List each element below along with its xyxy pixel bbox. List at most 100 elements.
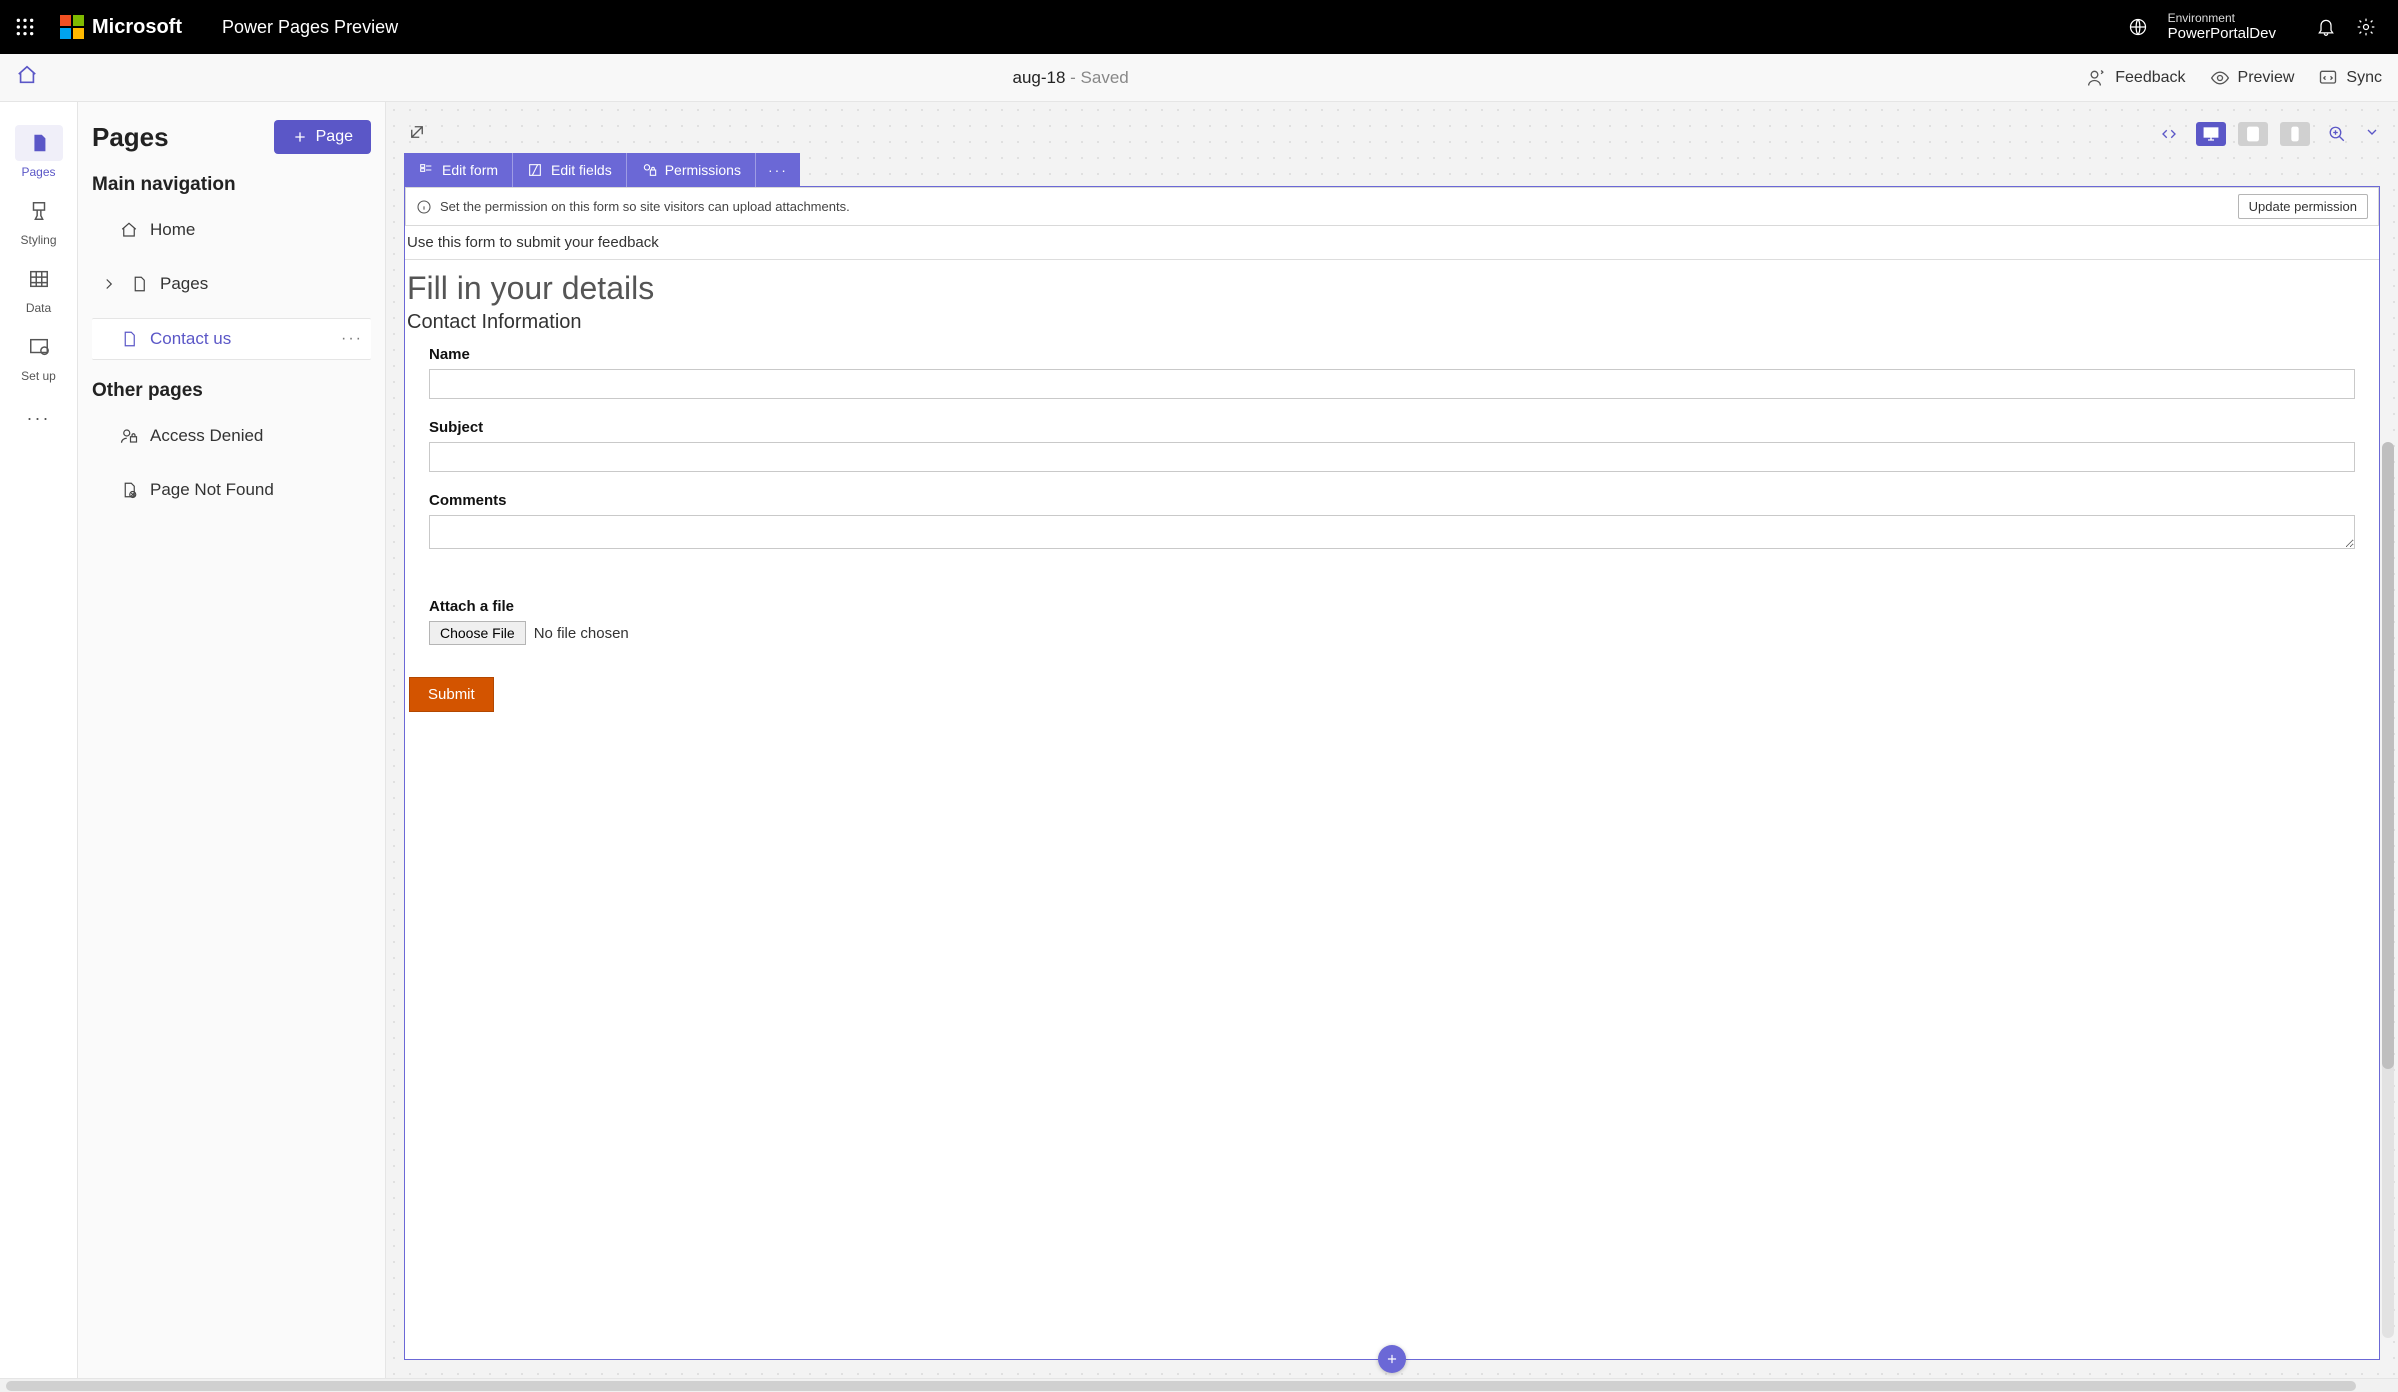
- code-icon: [2160, 125, 2178, 143]
- form-icon: [418, 162, 434, 178]
- table-icon: [28, 268, 50, 290]
- user-lock-icon: [120, 427, 138, 445]
- canvas-toolbar: [404, 120, 2380, 148]
- resize-handle[interactable]: [404, 119, 430, 150]
- plus-icon: [292, 129, 308, 145]
- rail-data[interactable]: Data: [0, 254, 77, 322]
- home-button[interactable]: [16, 64, 38, 91]
- notifications-button[interactable]: [2306, 7, 2346, 47]
- arrow-diagonal-icon: [408, 123, 426, 141]
- home-icon: [120, 221, 138, 239]
- add-page-button[interactable]: Page: [274, 120, 371, 154]
- page-icon: [120, 330, 138, 348]
- rail-pages-label: Pages: [21, 165, 55, 179]
- microsoft-logo-label: Microsoft: [92, 16, 182, 39]
- name-input[interactable]: [429, 369, 2355, 399]
- fields-icon: [527, 162, 543, 178]
- mobile-view-button[interactable]: [2280, 122, 2310, 146]
- preview-button[interactable]: Preview: [2210, 68, 2295, 88]
- edit-form-button[interactable]: Edit form: [404, 153, 512, 187]
- submit-button[interactable]: Submit: [409, 677, 494, 712]
- info-icon: [416, 199, 432, 215]
- zoom-button[interactable]: [2322, 122, 2352, 146]
- nav-not-found[interactable]: Page Not Found: [92, 470, 371, 510]
- settings-button[interactable]: [2346, 7, 2386, 47]
- lock-icon: [641, 162, 657, 178]
- page-icon: [28, 132, 50, 154]
- globe-icon: [2118, 7, 2158, 47]
- edit-fields-button[interactable]: Edit fields: [512, 153, 626, 187]
- eye-icon: [2210, 68, 2230, 88]
- subject-input[interactable]: [429, 442, 2355, 472]
- desktop-icon: [2202, 125, 2220, 143]
- field-attach: Attach a file Choose File No file chosen: [405, 568, 2379, 659]
- subject-label: Subject: [429, 419, 2355, 436]
- bell-icon: [2316, 17, 2336, 37]
- name-label: Name: [429, 346, 2355, 363]
- environment-name: PowerPortalDev: [2168, 25, 2276, 43]
- comments-label: Comments: [429, 492, 2355, 509]
- nav-pages[interactable]: Pages: [92, 264, 371, 304]
- scrollbar-thumb[interactable]: [2382, 442, 2394, 1069]
- feedback-label: Feedback: [2115, 69, 2185, 87]
- sync-button[interactable]: Sync: [2318, 68, 2382, 88]
- setup-icon: [28, 336, 50, 358]
- field-subject: Subject: [405, 413, 2379, 486]
- design-canvas: Edit form Edit fields Permissions ···: [386, 102, 2398, 1378]
- environment-picker[interactable]: Environment PowerPortalDev: [2118, 7, 2276, 47]
- page-error-icon: [120, 481, 138, 499]
- form-component[interactable]: Edit form Edit fields Permissions ···: [404, 186, 2380, 1360]
- nav-contact-label: Contact us: [150, 329, 231, 349]
- app-launcher[interactable]: [0, 0, 50, 54]
- zoom-dropdown[interactable]: [2364, 124, 2380, 145]
- rail-setup[interactable]: Set up: [0, 322, 77, 390]
- zoom-icon: [2328, 125, 2346, 143]
- nav-pages-label: Pages: [160, 274, 208, 294]
- permissions-label: Permissions: [665, 162, 741, 178]
- document-name: aug-18: [1013, 68, 1066, 87]
- nav-home[interactable]: Home: [92, 210, 371, 250]
- attach-label: Attach a file: [429, 598, 2355, 615]
- desktop-view-button[interactable]: [2196, 122, 2226, 146]
- form-title: Fill in your details: [405, 260, 2379, 311]
- notice-text: Set the permission on this form so site …: [440, 199, 850, 214]
- home-icon: [16, 64, 38, 86]
- page-icon: [130, 275, 148, 293]
- permissions-button[interactable]: Permissions: [626, 153, 755, 187]
- rail-pages[interactable]: Pages: [0, 118, 77, 186]
- plus-icon: [1385, 1352, 1399, 1366]
- add-section-button[interactable]: [1378, 1345, 1406, 1373]
- tablet-view-button[interactable]: [2238, 122, 2268, 146]
- microsoft-logo[interactable]: Microsoft: [60, 15, 182, 39]
- chevron-right-icon: [100, 275, 118, 293]
- rail-more[interactable]: ···: [0, 398, 77, 438]
- gear-icon: [2356, 17, 2376, 37]
- feedback-button[interactable]: Feedback: [2087, 68, 2185, 88]
- scrollbar-thumb[interactable]: [6, 1381, 2356, 1391]
- form-toolbar-more[interactable]: ···: [755, 153, 800, 187]
- form-description: Use this form to submit your feedback: [405, 226, 2379, 260]
- preview-label: Preview: [2238, 69, 2295, 87]
- choose-file-button[interactable]: Choose File: [429, 621, 526, 645]
- comments-input[interactable]: [429, 515, 2355, 549]
- document-title: aug-18 - Saved: [54, 68, 2087, 88]
- edit-fields-label: Edit fields: [551, 162, 612, 178]
- update-permission-button[interactable]: Update permission: [2238, 194, 2368, 219]
- edit-form-label: Edit form: [442, 162, 498, 178]
- rail-styling-label: Styling: [20, 233, 56, 247]
- environment-label: Environment: [2168, 11, 2276, 25]
- canvas-vertical-scrollbar[interactable]: [2382, 442, 2394, 1338]
- nav-contact-us[interactable]: Contact us ···: [92, 318, 371, 360]
- rail-styling[interactable]: Styling: [0, 186, 77, 254]
- nav-access-denied[interactable]: Access Denied: [92, 416, 371, 456]
- form-section-title: Contact Information: [405, 311, 2379, 340]
- document-status: - Saved: [1065, 68, 1128, 87]
- rail-setup-label: Set up: [21, 369, 56, 383]
- code-view-button[interactable]: [2154, 122, 2184, 146]
- microsoft-logo-icon: [60, 15, 84, 39]
- field-comments: Comments: [405, 486, 2379, 568]
- nav-item-more[interactable]: ···: [341, 330, 363, 348]
- global-header: Microsoft Power Pages Preview Environmen…: [0, 0, 2398, 54]
- horizontal-scrollbar[interactable]: [0, 1378, 2398, 1392]
- app-title: Power Pages Preview: [222, 17, 398, 38]
